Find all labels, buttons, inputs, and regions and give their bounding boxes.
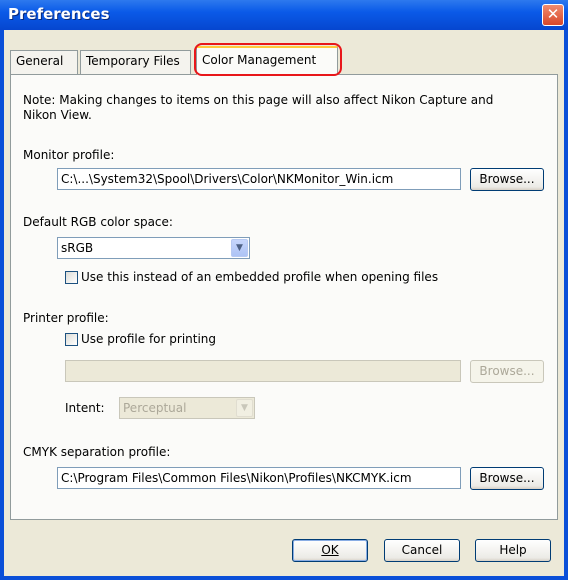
note-line-2: Nikon View.	[23, 108, 92, 122]
cmyk-profile-label: CMYK separation profile:	[23, 445, 171, 459]
cmyk-profile-field[interactable]: C:\Program Files\Common Files\Nikon\Prof…	[57, 467, 461, 489]
ok-button[interactable]: OK	[292, 539, 368, 562]
dialog-client: General Temporary Files Color Management…	[4, 30, 564, 576]
intent-label: Intent:	[65, 401, 105, 415]
chevron-down-icon[interactable]: ▼	[231, 239, 248, 257]
window-title: Preferences	[8, 5, 110, 23]
note-line-1: Note: Making changes to items on this pa…	[23, 93, 494, 107]
tab-color-management[interactable]: Color Management	[196, 46, 338, 75]
rgb-color-space-select[interactable]: sRGB ▼	[57, 237, 250, 259]
intent-value: Perceptual	[123, 401, 187, 415]
embedded-profile-checkbox-label[interactable]: Use this instead of an embedded profile …	[81, 270, 438, 284]
cmyk-browse-button[interactable]: Browse...	[470, 467, 544, 490]
help-button[interactable]: Help	[475, 539, 551, 562]
monitor-profile-label: Monitor profile:	[23, 148, 115, 162]
tab-temporary-files[interactable]: Temporary Files	[80, 50, 191, 74]
intent-select: Perceptual ▼	[119, 397, 255, 419]
cancel-button-label: Cancel	[401, 543, 443, 557]
cancel-button[interactable]: Cancel	[384, 539, 460, 562]
rgb-color-space-value: sRGB	[61, 241, 94, 255]
monitor-profile-field[interactable]: C:\...\System32\Spool\Drivers\Color\NKMo…	[57, 168, 461, 190]
printer-browse-button: Browse...	[470, 360, 544, 383]
title-bar[interactable]: Preferences ✕	[0, 0, 568, 30]
tab-general[interactable]: General	[10, 50, 78, 74]
monitor-browse-button[interactable]: Browse...	[470, 168, 544, 191]
color-management-panel: Note: Making changes to items on this pa…	[10, 74, 558, 520]
ok-button-label: OK	[321, 543, 339, 557]
close-button[interactable]: ✕	[542, 4, 564, 26]
chevron-down-icon: ▼	[236, 399, 253, 417]
rgb-color-space-label: Default RGB color space:	[23, 215, 173, 229]
embedded-profile-checkbox[interactable]	[65, 271, 78, 284]
preferences-window: Preferences ✕ General Temporary Files Co…	[0, 0, 568, 580]
close-icon: ✕	[546, 5, 560, 23]
printer-profile-field	[65, 360, 461, 382]
use-profile-printing-checkbox[interactable]	[65, 333, 78, 346]
printer-profile-label: Printer profile:	[23, 311, 109, 325]
help-button-label: Help	[499, 543, 527, 557]
use-profile-printing-label[interactable]: Use profile for printing	[81, 332, 216, 346]
